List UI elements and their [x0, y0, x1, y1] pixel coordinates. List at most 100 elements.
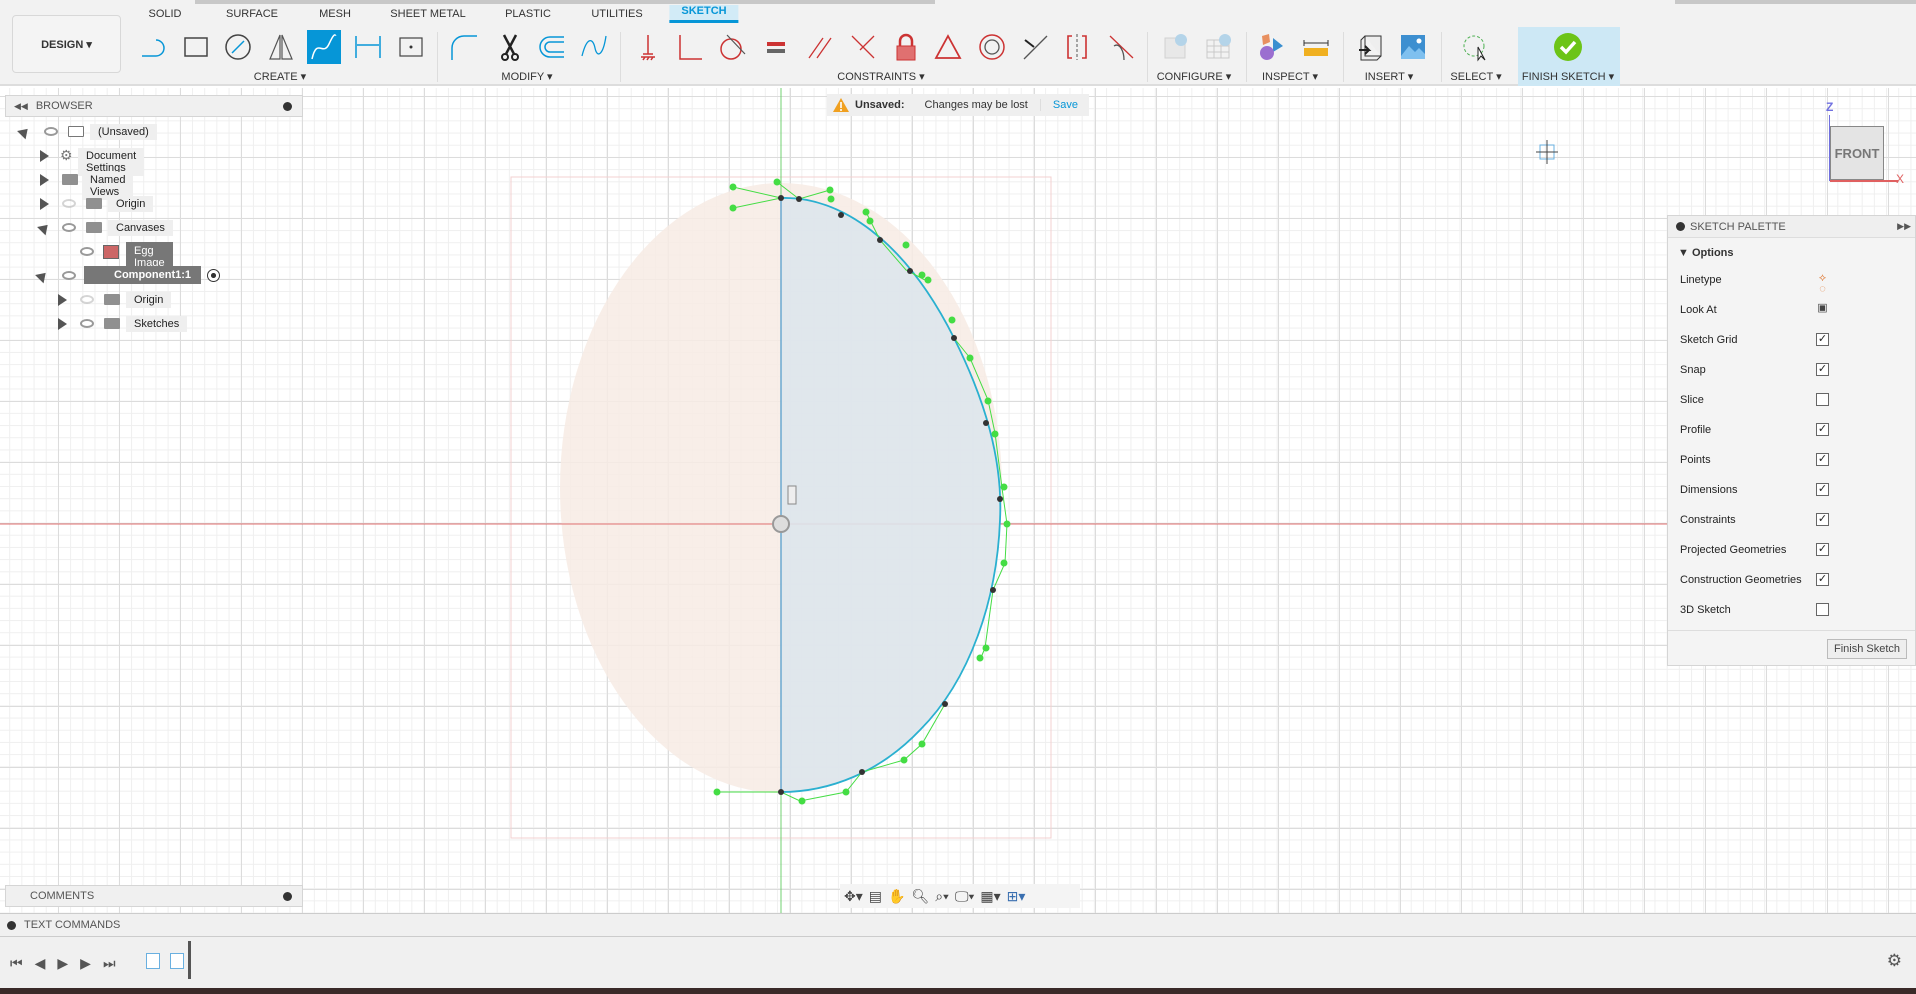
expand-panel-icon[interactable]: ▶▶: [1897, 221, 1911, 232]
visibility-eye-icon[interactable]: [44, 127, 58, 136]
gear-settings-icon[interactable]: ⚙: [1887, 951, 1902, 971]
expand-icon[interactable]: [35, 268, 50, 284]
constraint-glyph: [787, 485, 797, 505]
look-at-icon[interactable]: ▤: [869, 888, 882, 905]
checkbox[interactable]: [1816, 603, 1829, 616]
orbit-icon[interactable]: ✥▾: [844, 888, 863, 905]
palette-option-sketch-grid: Sketch Grid: [1680, 334, 1738, 346]
tree-label: Component1:1: [84, 266, 201, 284]
visibility-eye-icon[interactable]: [62, 199, 76, 208]
first-step-icon[interactable]: ⏮: [10, 955, 23, 972]
finish-sketch-button[interactable]: Finish Sketch: [1826, 639, 1907, 659]
palette-option-look-at: Look At: [1680, 304, 1717, 316]
expand-icon[interactable]: [7, 920, 16, 930]
grid-settings-icon[interactable]: ▦▾: [980, 888, 1000, 905]
navigation-bar: ✥▾ ▤ ✋ 🔍︎ ⌕▾ 🖵▾ ▦▾ ⊞▾: [840, 884, 1080, 908]
options-section[interactable]: ▼ Options: [1678, 247, 1734, 259]
folder-icon: [86, 222, 102, 233]
sketch-profile: [781, 197, 1001, 792]
palette-option-slice: Slice: [1680, 394, 1704, 406]
palette-option-snap: Snap: [1680, 364, 1706, 376]
browser-header[interactable]: ◀◀ BROWSER: [5, 95, 303, 117]
tree-label: (Unsaved): [90, 124, 157, 140]
previous-step-icon[interactable]: ◀: [35, 955, 46, 972]
visibility-eye-icon[interactable]: [62, 271, 76, 280]
add-comment-icon[interactable]: [283, 891, 292, 901]
viewports-icon[interactable]: ⊞▾: [1007, 888, 1026, 905]
cursor-crosshair-icon: [1536, 140, 1558, 164]
sketch-palette: SKETCH PALETTE ▶▶ ▼ Options Linetype ⟡ ◌ L…: [1667, 215, 1916, 666]
visibility-eye-icon[interactable]: [62, 223, 76, 232]
unsaved-notice: Unsaved: Changes may be lost Save: [827, 94, 1089, 116]
expand-icon[interactable]: [58, 294, 67, 306]
folder-icon: [62, 174, 78, 185]
axis-x-label: X: [1896, 172, 1905, 186]
minimize-icon[interactable]: [1676, 222, 1685, 231]
visibility-eye-icon[interactable]: [80, 247, 94, 256]
pan-hand-icon[interactable]: ✋: [888, 888, 905, 905]
expand-icon[interactable]: [40, 198, 49, 210]
expand-icon[interactable]: [37, 220, 52, 236]
visibility-eye-icon[interactable]: [80, 319, 94, 328]
timeline-sketch-icon[interactable]: [146, 953, 160, 969]
x-axis: [1830, 180, 1898, 182]
timeline: ⏮ ◀ ▶ ▶ ⏭ ⚙: [0, 937, 1916, 988]
warning-icon: [833, 98, 849, 112]
gear-icon: ⚙: [60, 147, 73, 163]
palette-option-points: Points: [1680, 454, 1711, 466]
checkbox[interactable]: ✓: [1816, 333, 1829, 346]
display-settings-icon[interactable]: 🖵▾: [955, 888, 974, 905]
browser-title: BROWSER: [35, 100, 93, 112]
options-title: Options: [1691, 247, 1734, 259]
expand-icon[interactable]: [40, 174, 49, 186]
expand-icon[interactable]: [40, 150, 49, 162]
timeline-marker[interactable]: [188, 941, 191, 979]
comments-panel[interactable]: COMMENTS: [5, 885, 303, 907]
last-step-icon[interactable]: ⏭: [103, 955, 116, 972]
palette-option-constraints: Constraints: [1680, 514, 1736, 526]
image-icon: [103, 245, 119, 259]
checkbox[interactable]: ✓: [1816, 513, 1829, 526]
collapse-icon[interactable]: ◀◀: [14, 101, 28, 112]
checkbox[interactable]: ✓: [1816, 573, 1829, 586]
checkbox[interactable]: ✓: [1816, 423, 1829, 436]
expand-icon[interactable]: [58, 318, 67, 330]
folder-icon: [104, 318, 120, 329]
tree-label: Origin: [126, 292, 172, 308]
next-step-icon[interactable]: ▶: [80, 955, 91, 972]
palette-option-projected-geometries: Projected Geometries: [1680, 544, 1787, 556]
zoom-icon[interactable]: 🔍︎: [911, 888, 929, 905]
linetype-construction-icon[interactable]: ⟡ ◌: [1816, 273, 1829, 295]
expand-icon[interactable]: [17, 124, 32, 140]
pin-icon[interactable]: [283, 101, 292, 111]
palette-option-dimensions: Dimensions: [1680, 484, 1738, 496]
document-icon: [68, 126, 84, 137]
checkbox[interactable]: ✓: [1816, 483, 1829, 496]
save-link[interactable]: Save: [1053, 99, 1078, 111]
browser-tree: (Unsaved) ⚙ Document Settings Named View…: [0, 121, 300, 336]
checkbox[interactable]: ✓: [1816, 453, 1829, 466]
timeline-sketch-icon[interactable]: [170, 953, 184, 969]
unsaved-title: Unsaved:: [855, 99, 905, 111]
checkbox[interactable]: [1816, 393, 1829, 406]
tree-label: Sketches: [126, 316, 188, 332]
look-at-icon[interactable]: ▣: [1816, 303, 1829, 316]
taskbar-strip: [0, 988, 1916, 994]
zoom-window-icon[interactable]: ⌕▾: [935, 888, 949, 905]
visibility-eye-icon[interactable]: [80, 295, 94, 304]
tree-label: Canvases: [108, 220, 173, 236]
folder-icon: [86, 198, 102, 209]
origin-point: [772, 515, 790, 533]
viewcube-front-face[interactable]: FRONT: [1830, 126, 1884, 180]
text-commands-bar[interactable]: TEXT COMMANDS: [0, 913, 1916, 937]
folder-icon: [104, 294, 120, 305]
checkbox[interactable]: ✓: [1816, 363, 1829, 376]
play-icon[interactable]: ▶: [57, 955, 68, 972]
palette-title: SKETCH PALETTE: [1690, 220, 1786, 233]
palette-option-construction-geometries: Construction Geometries: [1680, 574, 1802, 586]
text-commands-title: TEXT COMMANDS: [24, 919, 121, 931]
activate-radio-icon[interactable]: [207, 269, 220, 282]
playback-controls: ⏮ ◀ ▶ ▶ ⏭: [10, 955, 116, 972]
palette-header[interactable]: SKETCH PALETTE ▶▶: [1668, 216, 1915, 238]
checkbox[interactable]: ✓: [1816, 543, 1829, 556]
